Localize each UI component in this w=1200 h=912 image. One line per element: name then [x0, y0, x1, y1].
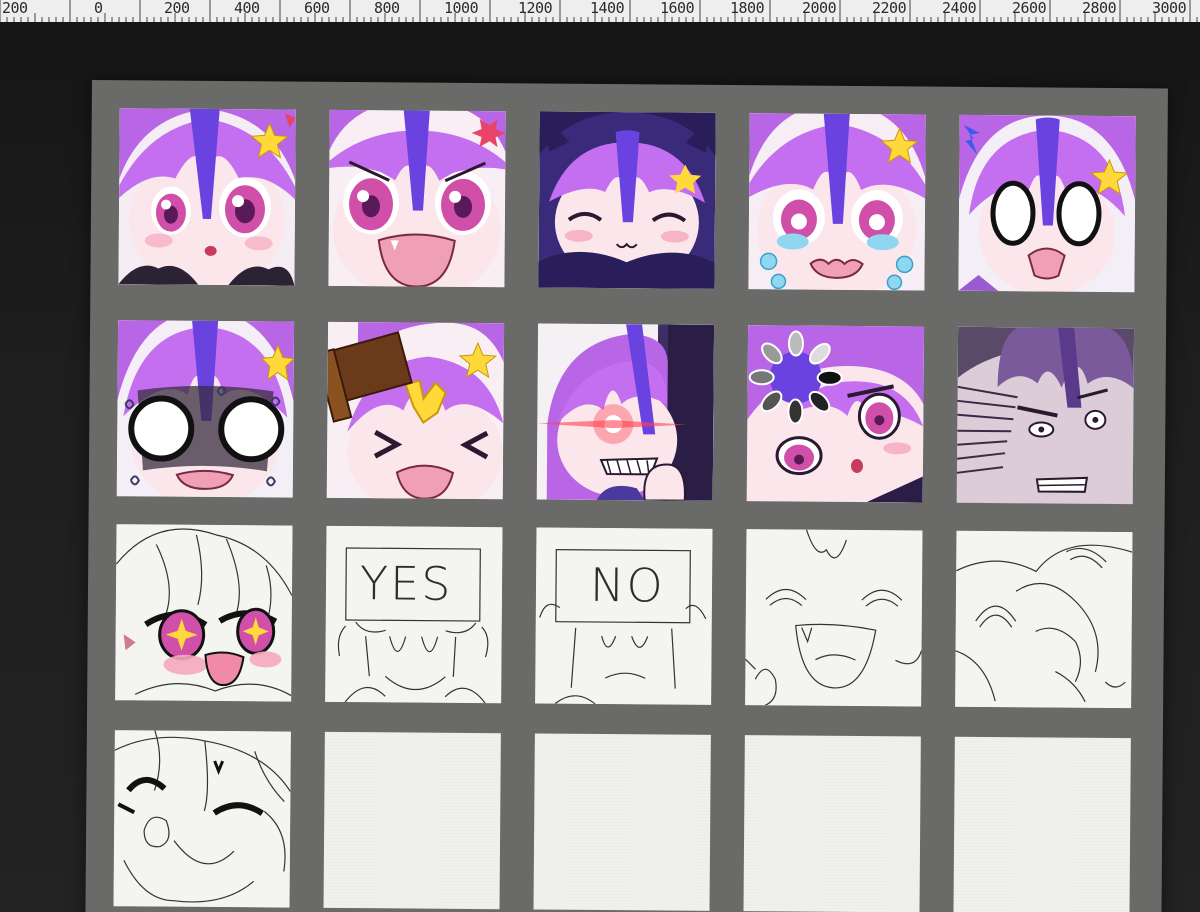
ruler-label: 2600	[1012, 0, 1047, 17]
emote-tile-shocked[interactable]	[958, 114, 1136, 293]
empty-emote-slot[interactable]	[533, 733, 711, 911]
empty-emote-slot[interactable]	[953, 736, 1131, 912]
nervous-sweat-emote-icon	[116, 320, 295, 498]
ruler-label: 0	[94, 0, 103, 17]
empty-slot	[533, 733, 711, 911]
spinner-petal	[816, 369, 843, 386]
ruler-label: 2800	[1082, 0, 1117, 17]
ruler-label: 1800	[730, 0, 765, 17]
emote-tile-facepalm[interactable]	[955, 530, 1133, 709]
emote-tile-crying[interactable]	[748, 113, 926, 291]
ruler-label: 800	[374, 0, 400, 17]
empty-emote-slot[interactable]	[743, 735, 921, 912]
wink-sketch-icon	[113, 730, 291, 908]
ruler-label: 3000	[1152, 0, 1187, 17]
spinner-petal	[787, 330, 804, 357]
empty-slot	[323, 731, 501, 910]
empty-slot	[743, 735, 921, 912]
laughing-sketch-icon	[745, 529, 923, 707]
ruler-label: 400	[234, 0, 260, 17]
ruler-label: 2400	[942, 0, 977, 17]
no-sign-sketch-icon	[535, 527, 713, 705]
emote-tile-angry[interactable]	[328, 109, 506, 288]
canvas-workspace[interactable]: YES NO	[0, 22, 1200, 912]
emote-tile-yes-sign[interactable]: YES	[325, 525, 503, 704]
spinner-petal	[787, 398, 804, 425]
ruler-label: 1600	[660, 0, 695, 17]
emote-tile-wink[interactable]	[113, 730, 291, 908]
facepalm-sketch-icon	[955, 530, 1133, 709]
app-window: 200 0 200 400 600 800 1000 1200 1400 160…	[0, 0, 1200, 912]
loading-spinner-emote-icon	[746, 325, 925, 503]
ruler-label: 2000	[802, 0, 837, 17]
ruler-label: 1200	[518, 0, 553, 17]
smug-hood-emote-icon	[538, 111, 716, 289]
ruler-label: 600	[304, 0, 330, 17]
peek-glowing-eye-emote-icon	[536, 323, 715, 501]
emote-tile-disgusted[interactable]	[956, 326, 1135, 505]
emote-tile-loading[interactable]	[746, 325, 925, 503]
emote-tile-shy[interactable]	[118, 108, 296, 286]
no-sign-text: NO	[589, 557, 665, 613]
empty-slot	[953, 736, 1131, 912]
ruler-label: 200	[2, 0, 28, 17]
emote-tile-nervous[interactable]	[116, 320, 295, 498]
ruler-label: 200	[164, 0, 190, 17]
emote-tile-no-sign[interactable]: NO	[535, 527, 713, 705]
ruler-label: 1000	[444, 0, 479, 17]
shocked-emote-icon	[958, 114, 1136, 293]
bonk-hammer-emote-icon	[326, 321, 505, 500]
emote-tile-laughing[interactable]	[745, 529, 923, 707]
emote-tile-bonk[interactable]	[326, 321, 505, 500]
ruler-label: 2200	[872, 0, 907, 17]
yes-sign-sketch-icon	[325, 525, 503, 704]
spinner-petal	[748, 369, 775, 386]
crying-emote-icon	[748, 113, 926, 291]
emote-sheet-canvas[interactable]: YES NO	[85, 80, 1168, 912]
angry-emote-icon	[328, 109, 506, 288]
emote-tile-peek[interactable]	[536, 323, 715, 501]
horizontal-ruler[interactable]: 200 0 200 400 600 800 1000 1200 1400 160…	[0, 0, 1200, 22]
empty-emote-slot[interactable]	[323, 731, 501, 910]
emote-tile-smug-hood[interactable]	[538, 111, 716, 289]
emote-tile-sparkle[interactable]	[115, 524, 293, 702]
sparkle-eyes-emote-icon	[115, 524, 293, 702]
disgusted-emote-icon	[956, 326, 1135, 505]
shy-emote-icon	[118, 108, 296, 286]
ruler-label: 1400	[590, 0, 625, 17]
yes-sign-text: YES	[359, 556, 453, 611]
